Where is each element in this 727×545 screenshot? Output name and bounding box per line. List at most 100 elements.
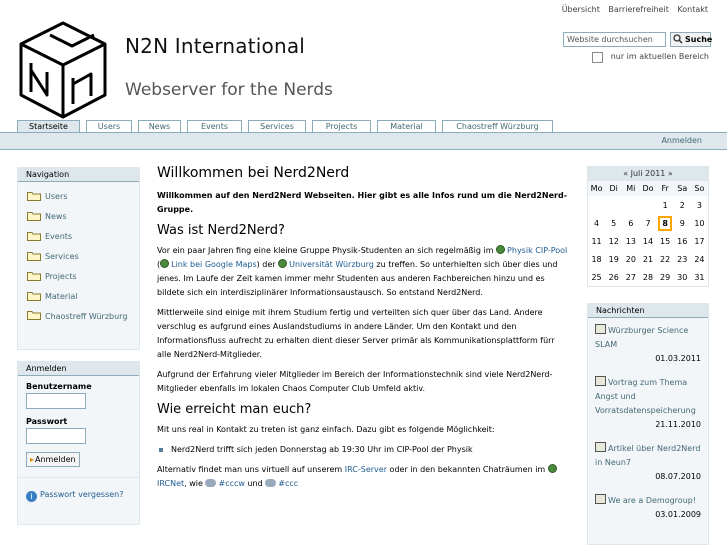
link-cip-pool[interactable]: Physik CIP-Pool (507, 246, 567, 255)
password-field[interactable] (26, 428, 86, 444)
calendar-today[interactable]: 8 (658, 215, 672, 231)
link-google-maps[interactable]: Link bei Google Maps (171, 260, 257, 269)
news-item[interactable]: Artikel über Nerd2Nerd in Neun7 08.07.20… (588, 432, 708, 484)
nav-item-news[interactable]: News (18, 206, 139, 226)
news-item[interactable]: Vortrag zum Thema Angst und Vorratsdaten… (588, 366, 708, 432)
site-action-overview[interactable]: Übersicht (562, 5, 600, 14)
news-item-title: Artikel über Nerd2Nerd in Neun7 (595, 444, 701, 467)
calendar-day[interactable]: 6 (622, 214, 639, 232)
calendar-day[interactable]: 3 (691, 196, 708, 214)
page-title: Willkommen bei Nerd2Nerd (157, 165, 350, 181)
text-fragment: , wie (184, 479, 206, 488)
calendar-day (588, 196, 605, 214)
search-input[interactable]: Website durchsuchen (563, 32, 666, 47)
calendar-day[interactable]: 17 (691, 232, 708, 250)
link-cccw[interactable]: #cccw (218, 479, 244, 488)
calendar-day[interactable]: 10 (691, 214, 708, 232)
calendar-day[interactable]: 26 (605, 268, 622, 286)
username-field[interactable] (26, 393, 86, 409)
calendar-day (605, 196, 622, 214)
link-ircnet[interactable]: IRCNet (157, 479, 184, 488)
folder-icon (27, 191, 41, 201)
text-fragment: und (244, 479, 266, 488)
list-item: Nerd2Nerd trifft sich jeden Donnerstag a… (157, 443, 571, 457)
news-item[interactable]: Würzburger Science SLAM 01.03.2011 (588, 318, 708, 366)
globe-icon (278, 259, 288, 268)
calendar-day[interactable]: 24 (691, 250, 708, 268)
news-icon (595, 376, 606, 386)
folder-icon (27, 211, 41, 221)
calendar-day[interactable]: 31 (691, 268, 708, 286)
calendar-title[interactable]: « Juli 2011 » (588, 167, 708, 181)
calendar-day[interactable]: 22 (657, 250, 674, 268)
calendar-day[interactable]: 18 (588, 250, 605, 268)
calendar-day[interactable]: 29 (657, 268, 674, 286)
search-button[interactable]: Suche (670, 32, 713, 47)
calendar-day[interactable]: 23 (674, 250, 691, 268)
nav-item-label: Events (45, 231, 73, 241)
calendar-day[interactable]: 2 (674, 196, 691, 214)
login-arrow-icon: ▸ (30, 455, 35, 464)
link-ccc[interactable]: #ccc (278, 479, 298, 488)
calendar-day[interactable]: 30 (674, 268, 691, 286)
search-current-section-checkbox[interactable] (592, 52, 603, 63)
calendar-day[interactable]: 9 (674, 214, 691, 232)
calendar-day[interactable]: 21 (639, 250, 656, 268)
news-title: Nachrichten (588, 304, 708, 318)
calendar-grid: Mo Di Mi Do Fr Sa So 1 2 3 4 5 6 7 8 9 10 11 12 13 14 15 16 17… (588, 181, 708, 286)
news-icon (595, 494, 606, 504)
paragraph-intro: Vor ein paar Jahren fing eine kleine Gru… (157, 244, 571, 300)
site-action-accessibility[interactable]: Barrierefreiheit (608, 5, 668, 14)
link-universitaet[interactable]: Universität Würzburg (289, 260, 374, 269)
news-item-title: Vortrag zum Thema Angst und Vorratsdaten… (595, 378, 696, 415)
calendar-day[interactable]: 28 (639, 268, 656, 286)
site-logo[interactable] (17, 20, 109, 120)
calendar-day[interactable]: 7 (639, 214, 656, 232)
nav-item-label: News (45, 211, 67, 221)
nav-item-events[interactable]: Events (18, 226, 139, 246)
login-button[interactable]: ▸ Anmelden (26, 452, 80, 467)
calendar-day[interactable]: 12 (605, 232, 622, 250)
folder-icon (27, 291, 41, 301)
calendar-portlet: « Juli 2011 » Mo Di Mi Do Fr Sa So 1 2 3 4 5 6 7 8 9 10… (587, 166, 709, 287)
site-actions: Übersicht Barrierefreiheit Kontakt (556, 5, 708, 14)
nav-item-chaostreff[interactable]: Chaostreff Würzburg (18, 306, 139, 338)
calendar-day[interactable]: 19 (605, 250, 622, 268)
site-action-contact[interactable]: Kontakt (677, 5, 708, 14)
login-link[interactable]: Anmelden (661, 136, 702, 145)
calendar-day[interactable]: 15 (657, 232, 674, 250)
info-icon: i (26, 491, 37, 502)
nav-item-users[interactable]: Users (18, 186, 139, 206)
text-fragment: Vor ein paar Jahren fing eine kleine Gru… (157, 246, 497, 255)
forgot-password-link[interactable]: i Passwort vergessen? (18, 477, 139, 502)
nav-item-material[interactable]: Material (18, 286, 139, 306)
lead-text: Willkommen auf den Nerd2Nerd Webseiten. … (157, 191, 568, 214)
calendar-day[interactable]: 8 (657, 214, 674, 232)
calendar-day[interactable]: 25 (588, 268, 605, 286)
calendar-day[interactable]: 4 (588, 214, 605, 232)
news-item-title: Würzburger Science SLAM (595, 326, 689, 349)
nav-item-projects[interactable]: Projects (18, 266, 139, 286)
nav-item-services[interactable]: Services (18, 246, 139, 266)
password-label: Passwort (26, 417, 68, 426)
news-item[interactable]: We are a Demogroup! 03.01.2009 (588, 484, 708, 522)
calendar-weekday: Di (605, 181, 623, 196)
login-portlet-title: Anmelden (18, 362, 139, 376)
calendar-day[interactable]: 5 (605, 214, 622, 232)
calendar-day[interactable]: 14 (639, 232, 656, 250)
heading-wie-erreicht: Wie erreicht man euch? (157, 402, 312, 417)
link-irc-server[interactable]: IRC-Server (345, 465, 387, 474)
folder-icon (27, 310, 41, 320)
calendar-day[interactable]: 20 (622, 250, 639, 268)
calendar-day[interactable]: 1 (657, 196, 674, 214)
calendar-day[interactable]: 27 (622, 268, 639, 286)
calendar-day (639, 196, 656, 214)
calendar-day[interactable]: 13 (622, 232, 639, 250)
calendar-weekday: Mi (622, 181, 640, 196)
calendar-day[interactable]: 11 (588, 232, 605, 250)
navigation-portlet: Navigation Users News Events Services Pr… (17, 167, 140, 350)
search-button-label: Suche (685, 35, 713, 44)
paragraph-contact: Mit uns real in Kontakt zu treten ist ga… (157, 425, 495, 434)
contact-list: Nerd2Nerd trifft sich jeden Donnerstag a… (157, 443, 571, 457)
calendar-day[interactable]: 16 (674, 232, 691, 250)
